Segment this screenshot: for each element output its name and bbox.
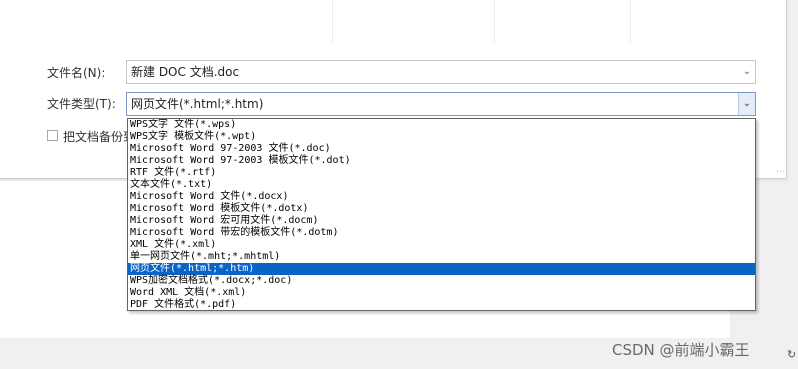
filetype-option[interactable]: Microsoft Word 带宏的模板文件(*.dotm) xyxy=(128,227,755,239)
chevron-down-icon[interactable]: ⌄ xyxy=(738,93,755,115)
filetype-option[interactable]: Microsoft Word 文件(*.docx) xyxy=(128,191,755,203)
filetype-option[interactable]: PDF 文件格式(*.pdf) xyxy=(128,299,755,310)
filetype-value: 网页文件(*.html;*.htm) xyxy=(131,97,264,111)
backup-label: 把文档备份到 xyxy=(63,130,136,144)
filetype-option[interactable]: WPS加密文档格式(*.docx;*.doc) xyxy=(128,275,755,287)
filetype-option[interactable]: WPS文字 文件(*.wps) xyxy=(128,119,755,131)
file-list-column-divider xyxy=(332,0,333,42)
backup-checkbox[interactable] xyxy=(47,130,58,141)
filetype-option[interactable]: WPS文字 模板文件(*.wpt) xyxy=(128,131,755,143)
file-list-column-divider xyxy=(494,0,495,42)
filetype-option[interactable]: 网页文件(*.html;*.htm) xyxy=(128,263,755,275)
filename-label: 文件名(N): xyxy=(47,66,106,80)
resize-grip-icon[interactable]: ⋯ xyxy=(776,167,785,177)
filetype-option[interactable]: Microsoft Word 宏可用文件(*.docm) xyxy=(128,215,755,227)
filename-input[interactable]: 新建 DOC 文档.doc ⌄ xyxy=(126,60,756,84)
filename-value: 新建 DOC 文档.doc xyxy=(131,65,240,79)
filetype-dropdown-list[interactable]: WPS文字 文件(*.wps) WPS文字 模板文件(*.wpt) Microsof… xyxy=(127,118,756,311)
file-list-column-divider xyxy=(630,0,631,42)
filetype-option[interactable]: XML 文件(*.xml) xyxy=(128,239,755,251)
partial-icon: ↻ xyxy=(787,348,797,361)
chevron-down-icon[interactable]: ⌄ xyxy=(739,61,755,83)
filetype-option[interactable]: Microsoft Word 模板文件(*.dotx) xyxy=(128,203,755,215)
filetype-option[interactable]: 文本文件(*.txt) xyxy=(128,179,755,191)
filetype-option[interactable]: 单一网页文件(*.mht;*.mhtml) xyxy=(128,251,755,263)
filetype-option[interactable]: Word XML 文档(*.xml) xyxy=(128,287,755,299)
filetype-option[interactable]: Microsoft Word 97-2003 模板文件(*.dot) xyxy=(128,155,755,167)
watermark: CSDN @前端小霸王 xyxy=(612,341,750,359)
filetype-option[interactable]: RTF 文件(*.rtf) xyxy=(128,167,755,179)
filetype-label: 文件类型(T): xyxy=(47,97,116,111)
filetype-option[interactable]: Microsoft Word 97-2003 文件(*.doc) xyxy=(128,143,755,155)
filetype-select[interactable]: 网页文件(*.html;*.htm) ⌄ xyxy=(126,92,756,116)
